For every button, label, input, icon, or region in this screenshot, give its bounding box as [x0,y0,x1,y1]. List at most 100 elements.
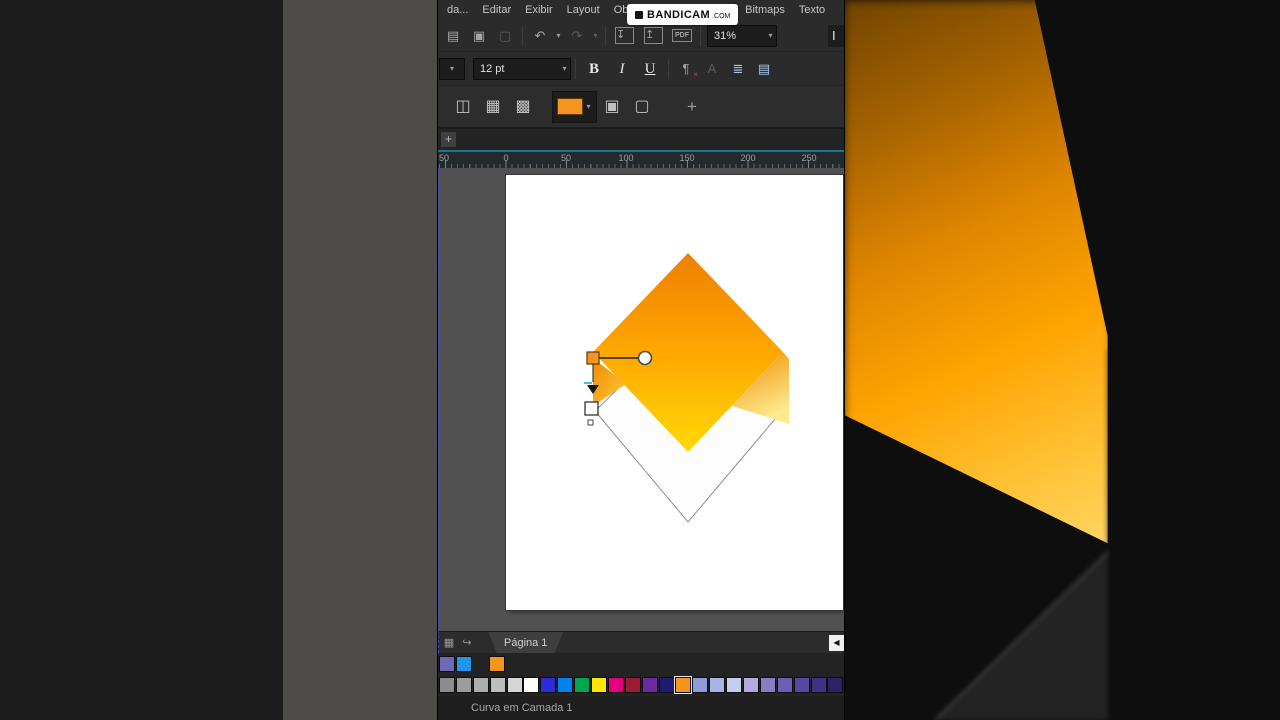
paste-icon[interactable]: ▤ [440,25,466,47]
font-list-dropdown[interactable]: ▾ [439,57,465,80]
italic-button[interactable]: I [608,57,636,81]
fill-color-swatch [557,98,583,115]
status-bar: Curva em Camada 1 [438,696,844,720]
font-list-arrow: ▾ [449,64,454,73]
text-format-group: ¶ × A ≣ ▤ [673,58,777,80]
palette-swatch[interactable] [726,677,743,693]
palette-swatch[interactable] [709,677,726,693]
status-text: Curva em Camada 1 [471,702,573,714]
watermark-suffix: .COM [712,13,731,20]
character-formatting-icon[interactable]: A [699,58,725,80]
palette-swatch[interactable] [489,677,506,693]
menu-item-exibir[interactable]: Exibir [518,4,560,16]
font-size-select[interactable]: 12 pt ▾ [473,57,571,80]
copy-attributes-icon[interactable]: ▣ [597,94,627,120]
menu-item-da[interactable]: da... [440,4,475,16]
fill-color-picker[interactable]: ▾ [552,90,597,123]
palette-swatch[interactable] [439,655,455,672]
menu-item-layout[interactable]: Layout [560,4,607,16]
paste-special-icon[interactable]: ▢ [492,25,518,47]
property-bar: ◫ ▦ ▩ ▾ ▣ ▢ + [438,86,844,128]
redo-icon[interactable]: ↷ [564,25,590,47]
toolbar-separator [668,58,669,79]
palette-swatch[interactable] [658,677,675,693]
horizontal-ruler[interactable]: 50 0 50 100 150 200 250 [438,150,844,168]
toolbar-separator [522,25,523,46]
new-document-tab-button[interactable]: + [441,132,456,147]
color-palette [438,674,844,696]
ruler-label-50: 50 [438,153,450,163]
send-to-page-icon[interactable]: ▢ [627,94,657,120]
add-property-button[interactable]: + [687,97,697,117]
palette-swatch[interactable] [776,677,793,693]
palette-swatch[interactable] [743,677,760,693]
palette-swatch[interactable] [674,676,693,694]
copy-icon[interactable]: ▣ [466,25,492,47]
palette-swatch[interactable] [641,677,658,693]
ruler-label-250: 250 [801,153,817,163]
edge-tool-icon[interactable]: I [828,24,844,47]
zoom-level-select[interactable]: 31% ▾ [707,24,777,47]
blurred-artwork-lines [934,350,1109,720]
toolbar-separator [605,25,606,46]
publish-pdf-icon[interactable]: PDF [672,29,692,42]
toolbar-separator [575,58,576,79]
background-left [0,0,437,720]
document-palette [438,653,844,674]
palette-swatch[interactable] [793,677,810,693]
underline-button[interactable]: U [636,57,664,81]
undo-icon[interactable]: ↶ [527,25,553,47]
bullet-list-icon[interactable]: ≣ [725,58,751,80]
import-icon[interactable]: ↧ [615,27,634,44]
screen: da...EditarExibirLayoutObjetoBitmapsText… [0,0,1280,720]
palette-swatch[interactable] [439,677,455,693]
palette-swatch[interactable] [557,677,574,693]
object-group: ▣ ▢ [597,94,657,120]
toolbar-separator [700,25,701,46]
palette-swatch[interactable] [472,677,489,693]
hatch-fill-icon[interactable]: ▩ [508,94,538,120]
app-window: da...EditarExibirLayoutObjetoBitmapsText… [437,0,845,720]
two-column-layout-icon[interactable]: ◫ [448,94,478,120]
palette-swatch[interactable] [540,677,557,693]
font-size-arrow: ▾ [562,64,567,73]
palette-swatch[interactable] [607,677,624,693]
undo-dropdown-arrow[interactable]: ▾ [553,31,564,40]
background-left-strip [283,0,437,720]
redo-dropdown-arrow[interactable]: ▾ [590,31,601,40]
palette-swatch[interactable] [591,677,608,693]
palette-swatch[interactable] [523,677,540,693]
palette-swatch[interactable] [455,655,472,672]
watermark-brand: BANDICAM [647,8,711,21]
zoom-level-value: 31% [714,29,737,42]
layout-group: ◫ ▦ ▩ [448,94,538,120]
palette-swatch[interactable] [827,677,844,693]
menu-item-editar[interactable]: Editar [475,4,518,16]
ruler-label-0: 0 [503,153,509,163]
font-size-value: 12 pt [480,62,505,75]
palette-swatch[interactable] [759,677,776,693]
menu-item-bitmaps[interactable]: Bitmaps [738,4,792,16]
palette-swatch[interactable] [506,677,523,693]
palette-swatch[interactable] [624,677,641,693]
bold-button[interactable]: B [580,57,608,81]
text-direction-icon[interactable]: ¶ × [673,58,699,80]
palette-swatch[interactable] [574,677,591,693]
ruler-label-50: 50 [560,153,572,163]
export-icon[interactable]: ↥ [644,27,663,44]
zoom-dropdown-arrow: ▾ [768,31,773,40]
ruler-label-150: 150 [679,153,695,163]
grid-layout-icon[interactable]: ▦ [478,94,508,120]
menu-item-texto[interactable]: Texto [792,4,832,16]
ruler-label-200: 200 [740,153,756,163]
palette-swatch[interactable] [455,677,472,693]
palette-swatch[interactable] [488,655,505,672]
background-right [843,0,1280,720]
palette-swatch[interactable] [692,677,709,693]
bandicam-watermark: BANDICAM .COM [627,4,739,25]
drop-cap-icon[interactable]: ▤ [751,58,777,80]
text-toolbar: ▾ 12 pt ▾ B I U ¶ × A ≣ ▤ [438,52,844,86]
document-tab-bar: + [438,128,844,150]
vertical-guideline[interactable] [438,168,844,653]
palette-swatch[interactable] [810,677,827,693]
